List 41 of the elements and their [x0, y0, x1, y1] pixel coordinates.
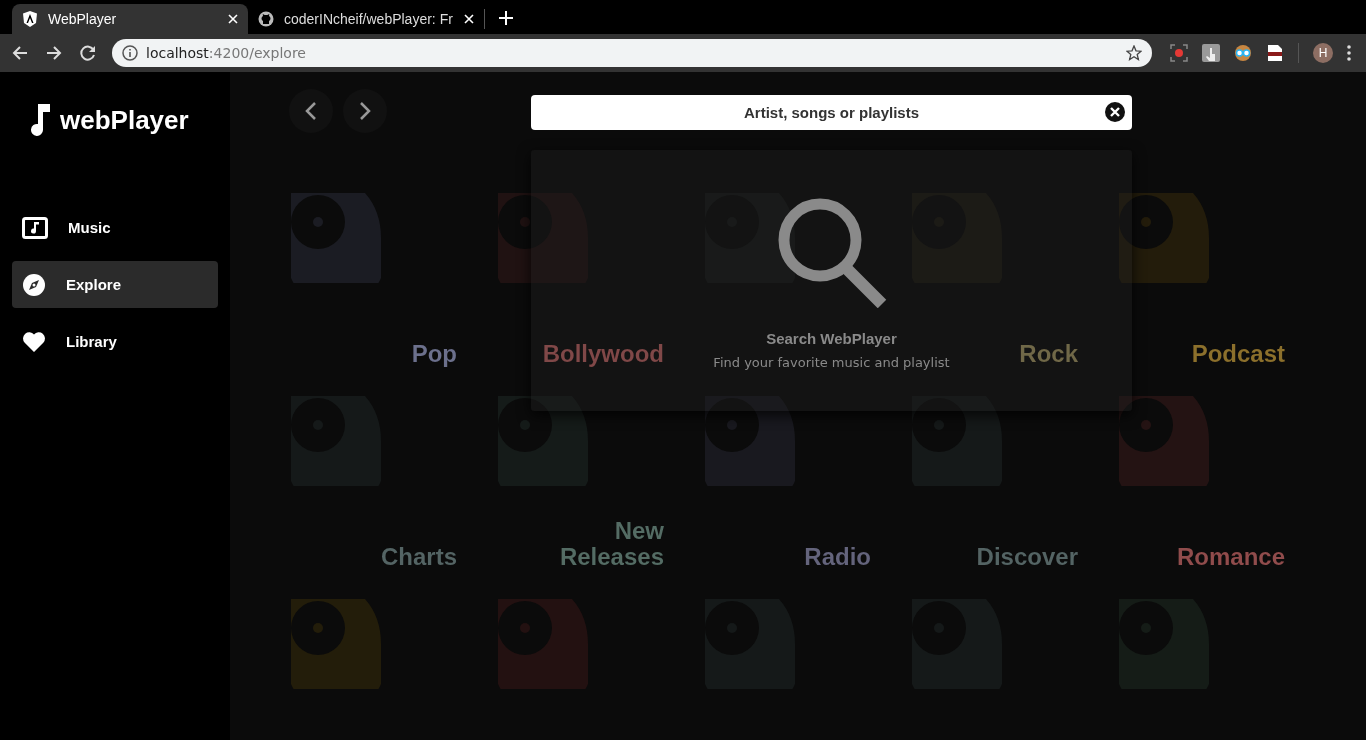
menu-icon[interactable] [1347, 45, 1351, 61]
category-title[interactable]: Discover [976, 544, 1078, 570]
close-icon[interactable] [228, 14, 238, 24]
music-note-icon [22, 216, 48, 239]
hand-pointer-icon[interactable] [1202, 44, 1220, 62]
address-bar[interactable]: localhost:4200/explore [112, 39, 1152, 67]
sidebar-item[interactable]: Library [12, 318, 218, 365]
star-icon[interactable] [1126, 45, 1142, 61]
close-icon[interactable] [464, 14, 474, 24]
music-note-icon [28, 104, 50, 136]
chevron-left-icon [305, 102, 317, 120]
browser-tab[interactable]: WebPlayer [12, 4, 248, 34]
browser-tab[interactable]: coderINcheif/webPlayer: Fr [248, 4, 484, 34]
category-title[interactable]: Podcast [1191, 341, 1285, 367]
url-text: localhost:4200/explore [146, 45, 307, 61]
chevron-right-icon [359, 102, 371, 120]
compass-icon [22, 272, 46, 297]
back-button[interactable] [289, 89, 333, 133]
category-title[interactable]: Bollywood [542, 341, 664, 367]
category-title[interactable]: New Releases [524, 518, 664, 570]
app-logo-text: webPlayer [60, 104, 189, 136]
category-title[interactable]: Rock [1019, 341, 1078, 367]
record-icon[interactable] [1170, 44, 1188, 62]
info-icon[interactable] [122, 45, 138, 61]
shield-icon [22, 11, 38, 27]
profile-avatar[interactable]: H [1313, 43, 1333, 63]
forward-button[interactable] [343, 89, 387, 133]
category-title[interactable]: Pop [411, 341, 457, 367]
close-icon[interactable] [1104, 101, 1126, 123]
reload-icon[interactable] [78, 43, 98, 63]
sidebar-item[interactable]: Explore [12, 261, 218, 308]
new-tab-icon[interactable] [499, 11, 513, 25]
category-title[interactable]: Romance [1176, 544, 1285, 570]
search-field[interactable]: Artist, songs or playlists [531, 95, 1132, 130]
sidebar-item[interactable]: Music [12, 204, 218, 251]
panel-subtitle: Find your favorite music and playlist [713, 355, 950, 370]
category-title[interactable]: Radio [804, 544, 871, 570]
category-title[interactable]: Charts [380, 544, 457, 570]
heart-icon [22, 330, 46, 353]
panel-title: Search WebPlayer [766, 330, 897, 347]
goggles-icon[interactable] [1234, 44, 1252, 62]
